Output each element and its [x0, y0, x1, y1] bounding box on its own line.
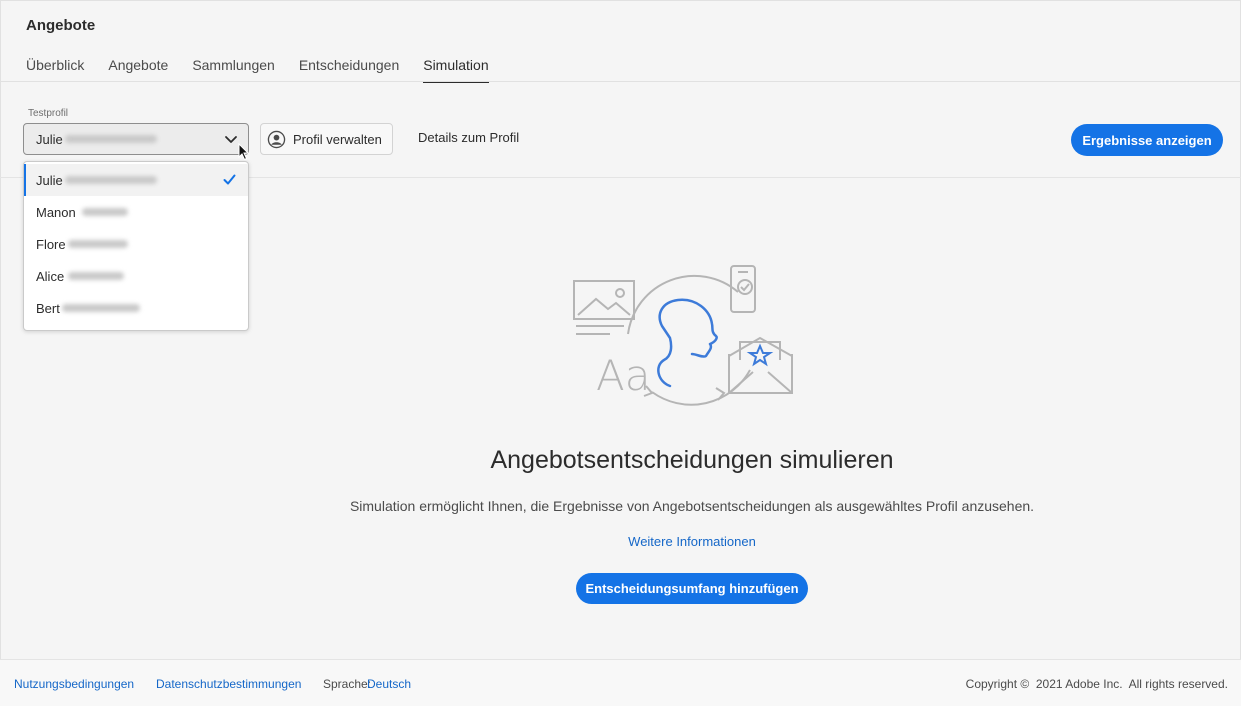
empty-state-description: Simulation ermöglicht Ihnen, die Ergebni… [349, 498, 1035, 514]
language-link[interactable]: Deutsch [367, 677, 411, 691]
dropdown-item-label: Bert [36, 300, 60, 316]
profile-picker[interactable]: Julie [23, 123, 249, 155]
show-results-button[interactable]: Ergebnisse anzeigen [1071, 124, 1223, 156]
dropdown-item-julie[interactable]: Julie [24, 164, 248, 196]
checkmark-icon [223, 174, 236, 185]
privacy-link[interactable]: Datenschutzbestimmungen [156, 677, 301, 691]
redacted-text [68, 272, 125, 280]
image-card-icon [573, 280, 635, 335]
dropdown-item-label: Flore [36, 236, 66, 252]
dropdown-item-alice[interactable]: Alice [24, 260, 248, 292]
tabs-divider [0, 81, 1241, 82]
learn-more-link[interactable]: Weitere Informationen [628, 534, 756, 549]
manage-profile-button[interactable]: Profil verwalten [260, 123, 393, 155]
tab-overview[interactable]: Überblick [26, 57, 84, 82]
tab-offers[interactable]: Angebote [108, 57, 168, 82]
manage-profile-label: Profil verwalten [293, 131, 382, 147]
envelope-star-icon [728, 336, 793, 394]
footer: Nutzungsbedingungen Datenschutzbestimmun… [0, 660, 1241, 706]
tab-collections[interactable]: Sammlungen [192, 57, 275, 82]
terms-link[interactable]: Nutzungsbedingungen [14, 677, 134, 691]
tab-bar: Überblick Angebote Sammlungen Entscheidu… [26, 57, 513, 83]
tab-simulation[interactable]: Simulation [423, 57, 489, 83]
add-decision-scope-button[interactable]: Entscheidungsumfang hinzufügen [576, 573, 808, 604]
dropdown-item-label: Julie [36, 172, 63, 188]
user-icon [267, 130, 286, 148]
mouse-pointer-icon [238, 143, 250, 161]
redacted-text [67, 240, 128, 248]
profile-picker-value: Julie [36, 131, 63, 147]
dropdown-item-manon[interactable]: Manon [24, 196, 248, 228]
dropdown-item-label: Manon [36, 204, 76, 220]
page-title: Angebote [26, 17, 96, 34]
copyright-text: Copyright © 2021 Adobe Inc. All rights r… [965, 677, 1228, 691]
chevron-down-icon [225, 136, 237, 143]
dropdown-item-label: Alice [36, 268, 65, 284]
simulation-illustration: Aa [573, 265, 793, 406]
head-profile-icon [657, 298, 718, 388]
profile-picker-label: Testprofil [28, 108, 69, 119]
profile-dropdown-menu: Julie Manon Flore Alice Bert [23, 161, 249, 331]
dropdown-item-bert[interactable]: Bert [24, 292, 248, 324]
language-label: Sprache: [323, 677, 372, 691]
tab-decisions[interactable]: Entscheidungen [299, 57, 399, 82]
profile-details-link[interactable]: Details zum Profil [418, 130, 519, 145]
dropdown-item-flore[interactable]: Flore [24, 228, 248, 260]
redacted-text [81, 208, 128, 216]
redacted-text [64, 176, 157, 184]
empty-state-title: Angebotsentscheidungen simulieren [490, 446, 894, 474]
typography-icon: Aa [596, 351, 650, 400]
redacted-text [61, 304, 140, 312]
learn-more-wrapper: Weitere Informationen [0, 534, 1241, 549]
redacted-text [64, 135, 157, 143]
